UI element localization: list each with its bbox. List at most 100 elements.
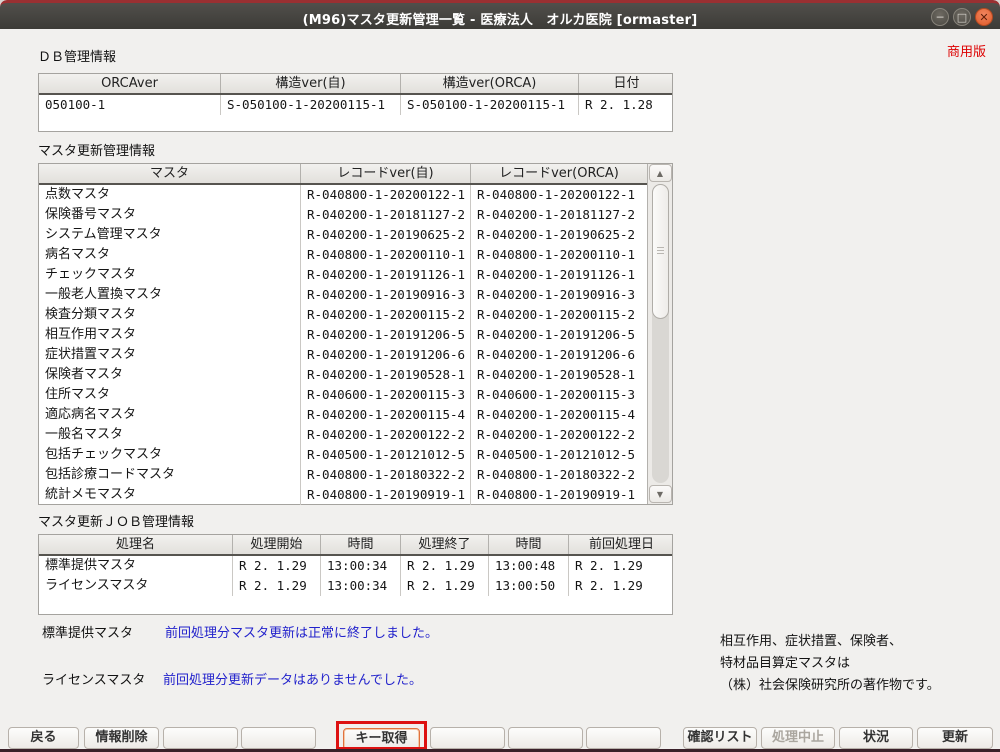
table-row[interactable]: ライセンスマスタ R 2. 1.29 13:00:34 R 2. 1.29 13…: [39, 576, 672, 596]
key-acquire-button[interactable]: キー取得: [343, 728, 420, 750]
ver-self-cell: R-040200-1-20191126-1: [301, 265, 471, 285]
maximize-icon: □: [954, 10, 970, 26]
column-header: 構造ver(自): [221, 74, 401, 93]
column-header: 前回処理日: [569, 535, 674, 554]
table-row[interactable]: 一般名マスタR-040200-1-20200122-2R-040200-1-20…: [39, 425, 647, 445]
column-header: ORCAver: [39, 74, 221, 93]
blank-button-1[interactable]: [163, 727, 238, 749]
start-time-cell: 13:00:34: [321, 576, 401, 596]
master-name-cell: 統計メモマスタ: [39, 485, 301, 505]
ver-orca-cell: R-040200-1-20200122-2: [471, 425, 647, 445]
column-header: マスタ: [39, 164, 301, 183]
ver-orca-cell: R-040200-1-20200115-2: [471, 305, 647, 325]
update-button[interactable]: 更新: [917, 727, 993, 749]
status-message: 前回処理分更新データはありませんでした。: [163, 669, 422, 688]
table-row[interactable]: 点数マスタR-040800-1-20200122-1R-040800-1-202…: [39, 185, 647, 205]
ver-orca-cell: R-040600-1-20200115-3: [471, 385, 647, 405]
job-name-cell: 標準提供マスタ: [39, 556, 233, 576]
table-row[interactable]: システム管理マスタR-040200-1-20190625-2R-040200-1…: [39, 225, 647, 245]
ver-orca-cell: R-040500-1-20121012-5: [471, 445, 647, 465]
delete-info-button[interactable]: 情報削除: [84, 727, 159, 749]
maximize-button[interactable]: □: [953, 8, 971, 26]
table-row[interactable]: チェックマスタR-040200-1-20191126-1R-040200-1-2…: [39, 265, 647, 285]
column-header: 時間: [489, 535, 569, 554]
status-button[interactable]: 状況: [839, 727, 913, 749]
column-header: 構造ver(ORCA): [401, 74, 579, 93]
ver-self-cell: R-040200-1-20190528-1: [301, 365, 471, 385]
master-name-cell: 一般名マスタ: [39, 425, 301, 445]
last-date-cell: R 2. 1.29: [569, 556, 674, 576]
vertical-scrollbar[interactable]: ▲ ▼: [647, 164, 672, 504]
scrollbar-track[interactable]: [652, 184, 669, 483]
ver-self-cell: R-040200-1-20200122-2: [301, 425, 471, 445]
abort-process-button: 処理中止: [761, 727, 835, 749]
status-label: 標準提供マスタ: [42, 622, 133, 641]
blank-button-2[interactable]: [241, 727, 316, 749]
column-header: 処理終了: [401, 535, 489, 554]
master-name-cell: 点数マスタ: [39, 185, 301, 205]
end-date-cell: R 2. 1.29: [401, 556, 489, 576]
job-info-section-title: マスタ更新ＪＯＢ管理情報: [38, 511, 194, 530]
back-button[interactable]: 戻る: [8, 727, 79, 749]
copyright-note-line: 特材品目算定マスタは: [720, 653, 940, 675]
ver-orca-cell: R-040200-1-20191126-1: [471, 265, 647, 285]
master-name-cell: 住所マスタ: [39, 385, 301, 405]
table-row[interactable]: 統計メモマスタR-040800-1-20190919-1R-040800-1-2…: [39, 485, 647, 505]
column-header: 日付: [579, 74, 674, 93]
copyright-note: 相互作用、症状措置、保険者、 特材品目算定マスタは （株）社会保険研究所の著作物…: [720, 631, 940, 697]
master-name-cell: 症状措置マスタ: [39, 345, 301, 365]
close-icon: ✕: [976, 10, 992, 26]
ver-orca-cell: R-040200-1-20181127-2: [471, 205, 647, 225]
job-name-cell: ライセンスマスタ: [39, 576, 233, 596]
close-button[interactable]: ✕: [975, 8, 993, 26]
column-header: レコードver(ORCA): [471, 164, 647, 183]
table-row[interactable]: 包括診療コードマスタR-040800-1-20180322-2R-040800-…: [39, 465, 647, 485]
ver-orca-cell: R-040200-1-20190625-2: [471, 225, 647, 245]
table-row[interactable]: 症状措置マスタR-040200-1-20191206-6R-040200-1-2…: [39, 345, 647, 365]
minimize-button[interactable]: ─: [931, 8, 949, 26]
table-row[interactable]: 包括チェックマスタR-040500-1-20121012-5R-040500-1…: [39, 445, 647, 465]
copyright-note-line: 相互作用、症状措置、保険者、: [720, 631, 940, 653]
ver-self-cell: R-040800-1-20190919-1: [301, 485, 471, 505]
table-row[interactable]: 検査分類マスタR-040200-1-20200115-2R-040200-1-2…: [39, 305, 647, 325]
scroll-up-icon[interactable]: ▲: [649, 164, 672, 182]
blank-button-3[interactable]: [430, 727, 505, 749]
end-date-cell: R 2. 1.29: [401, 576, 489, 596]
blank-button-4[interactable]: [508, 727, 583, 749]
ver-orca-cell: R-040200-1-20200115-4: [471, 405, 647, 425]
master-name-cell: チェックマスタ: [39, 265, 301, 285]
table-row[interactable]: 保険番号マスタR-040200-1-20181127-2R-040200-1-2…: [39, 205, 647, 225]
column-header: レコードver(自): [301, 164, 471, 183]
ver-orca-cell: R-040200-1-20191206-5: [471, 325, 647, 345]
orca-ver-cell: 050100-1: [39, 95, 221, 115]
table-row[interactable]: 標準提供マスタ R 2. 1.29 13:00:34 R 2. 1.29 13:…: [39, 556, 672, 576]
end-time-cell: 13:00:50: [489, 576, 569, 596]
scroll-down-icon[interactable]: ▼: [649, 485, 672, 503]
confirm-list-button[interactable]: 確認リスト: [683, 727, 757, 749]
blank-button-5[interactable]: [586, 727, 661, 749]
table-row[interactable]: 050100-1 S-050100-1-20200115-1 S-050100-…: [39, 95, 672, 115]
title-bar: (M96)マスタ更新管理一覧 - 医療法人 オルカ医院 [ormaster] ─…: [0, 0, 1000, 29]
ver-self-cell: R-040800-1-20180322-2: [301, 465, 471, 485]
table-row[interactable]: 病名マスタR-040800-1-20200110-1R-040800-1-202…: [39, 245, 647, 265]
ver-self-cell: R-040200-1-20191206-5: [301, 325, 471, 345]
struct-ver-self-cell: S-050100-1-20200115-1: [221, 95, 401, 115]
master-info-section-title: マスタ更新管理情報: [38, 140, 155, 159]
ver-self-cell: R-040200-1-20181127-2: [301, 205, 471, 225]
table-row[interactable]: 相互作用マスタR-040200-1-20191206-5R-040200-1-2…: [39, 325, 647, 345]
app-window: (M96)マスタ更新管理一覧 - 医療法人 オルカ医院 [ormaster] ─…: [0, 0, 1000, 752]
end-time-cell: 13:00:48: [489, 556, 569, 576]
ver-self-cell: R-040500-1-20121012-5: [301, 445, 471, 465]
edition-badge: 商用版: [947, 41, 986, 60]
scrollbar-thumb[interactable]: [652, 184, 669, 319]
ver-self-cell: R-040800-1-20200122-1: [301, 185, 471, 205]
table-row[interactable]: 一般老人置換マスタR-040200-1-20190916-3R-040200-1…: [39, 285, 647, 305]
ver-orca-cell: R-040200-1-20191206-6: [471, 345, 647, 365]
master-name-cell: 相互作用マスタ: [39, 325, 301, 345]
table-row[interactable]: 保険者マスタR-040200-1-20190528-1R-040200-1-20…: [39, 365, 647, 385]
table-row[interactable]: 適応病名マスタR-040200-1-20200115-4R-040200-1-2…: [39, 405, 647, 425]
master-name-cell: 包括チェックマスタ: [39, 445, 301, 465]
table-row[interactable]: 住所マスタR-040600-1-20200115-3R-040600-1-202…: [39, 385, 647, 405]
master-info-table: マスタ レコードver(自) レコードver(ORCA) 点数マスタR-0408…: [38, 163, 673, 505]
master-table-body: マスタ レコードver(自) レコードver(ORCA) 点数マスタR-0408…: [39, 164, 647, 504]
